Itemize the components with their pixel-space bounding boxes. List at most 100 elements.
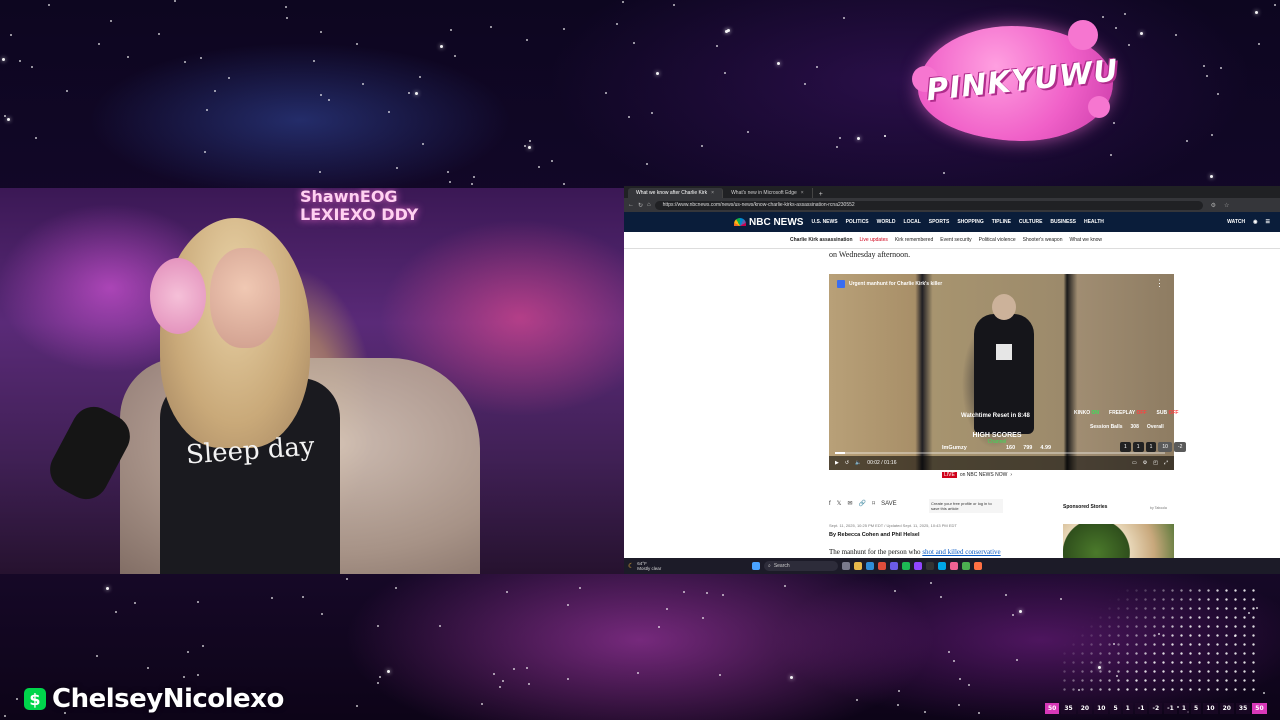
subnav-item[interactable]: Political violence	[979, 237, 1016, 243]
subnav-item[interactable]: Event security	[940, 237, 971, 243]
account-icon[interactable]: ◉	[1253, 219, 1257, 225]
nav-world[interactable]: WORLD	[877, 219, 896, 225]
nav-health[interactable]: HEALTH	[1084, 219, 1104, 225]
task-view-icon[interactable]	[842, 562, 850, 570]
browser-tab[interactable]: What we know after Charlie Kirk ×	[628, 188, 724, 198]
nav-local[interactable]: LOCAL	[904, 219, 921, 225]
key: 1	[1145, 442, 1157, 452]
subnav-live-updates[interactable]: Live updates	[860, 237, 888, 243]
pip-icon[interactable]: ◰	[1153, 460, 1158, 466]
live-badge: LIVE	[942, 472, 957, 478]
nbc-header: NBC NEWS U.S. NEWS POLITICS WORLD LOCAL …	[624, 212, 1280, 232]
high-scores: HIGH SCORES Channel ImGumzy 160 799 4.99	[942, 432, 1052, 451]
spotify-icon[interactable]	[902, 562, 910, 570]
facebook-icon[interactable]: f	[829, 501, 831, 507]
headset-icon	[150, 258, 206, 334]
rewind-icon[interactable]: ↺	[845, 460, 849, 466]
discord-icon[interactable]	[890, 562, 898, 570]
nav-sports[interactable]: SPORTS	[929, 219, 950, 225]
save-icon[interactable]: ⌑	[872, 500, 875, 507]
home-icon[interactable]: ⌂	[647, 202, 651, 208]
ticker-value: 20	[1219, 703, 1234, 714]
nav-us-news[interactable]: U.S. NEWS	[811, 219, 837, 225]
nav-tipline[interactable]: TIPLINE	[992, 219, 1011, 225]
twitch-icon[interactable]	[914, 562, 922, 570]
link-icon[interactable]: 🔗	[859, 500, 866, 507]
ticker-value: -1	[1164, 703, 1177, 714]
address-bar[interactable]: https://www.nbcnews.com/news/us-news/kno…	[654, 200, 1203, 210]
nav-shopping[interactable]: SHOPPING	[957, 219, 983, 225]
obs-icon[interactable]	[926, 562, 934, 570]
volume-icon[interactable]: 🔈	[855, 460, 861, 466]
ticker-value: 50	[1252, 703, 1267, 714]
session-balls: Session Balls 308 Overall	[1090, 424, 1164, 430]
app-icon[interactable]	[974, 562, 982, 570]
favorites-icon[interactable]: ☆	[1224, 202, 1229, 209]
windows-taskbar: ☾ 64°F Mostly clear ⌕ Search	[624, 558, 1280, 574]
chrome-icon[interactable]	[878, 562, 886, 570]
nbc-logo[interactable]: NBC NEWS	[734, 217, 803, 228]
nav-business[interactable]: BUSINESS	[1050, 219, 1076, 225]
article-kicker: on Wednesday afternoon.	[829, 250, 911, 259]
webcam-feed: ShawnEOG LEXIEXO DDY Sleep day	[0, 188, 624, 574]
edge-icon[interactable]	[866, 562, 874, 570]
ticker-value: 20	[1077, 703, 1093, 714]
nav-culture[interactable]: CULTURE	[1019, 219, 1043, 225]
address-bar-row: ← ↻ ⌂ https://www.nbcnews.com/news/us-ne…	[624, 198, 1280, 212]
watchtime-text: Watchtime Reset in 8:48	[961, 413, 1030, 419]
ticker-value: -2	[1149, 703, 1163, 714]
x-icon[interactable]: 𝕏	[837, 500, 842, 507]
captions-icon[interactable]: ▭	[1132, 460, 1137, 466]
app-icon[interactable]	[962, 562, 970, 570]
extensions-icon[interactable]: ⚙	[1211, 202, 1216, 209]
play-icon[interactable]: ▶	[835, 460, 839, 466]
app-icon[interactable]	[938, 562, 946, 570]
new-tab-button[interactable]: +	[813, 191, 829, 198]
subnav-item[interactable]: What we know	[1070, 237, 1103, 243]
overlay-keys: 1 1 1 10 -2	[1120, 442, 1187, 452]
score-row: ImGumzy 160 799 4.99	[942, 445, 1052, 451]
sponsored-heading: Sponsored Stories	[1063, 504, 1108, 510]
video-progress[interactable]	[835, 452, 1165, 454]
taskbar-search[interactable]: ⌕ Search	[764, 561, 838, 571]
app-icon[interactable]	[950, 562, 958, 570]
browser-tab[interactable]: What's new in Microsoft Edge ×	[723, 188, 813, 198]
close-tab-icon[interactable]: ×	[801, 190, 804, 196]
browser-tab-bar: What we know after Charlie Kirk × What's …	[624, 186, 1280, 198]
key: 1	[1120, 442, 1131, 452]
settings-icon[interactable]: ⚙	[1143, 460, 1147, 466]
fullscreen-icon[interactable]: ⤢	[1164, 460, 1168, 466]
subnav-item[interactable]: Shooter's weapon	[1023, 237, 1063, 243]
menu-icon[interactable]: ☰	[1266, 219, 1270, 225]
share-bar: f 𝕏 ✉ 🔗 ⌑ SAVE	[829, 500, 897, 508]
more-options-icon[interactable]: ⋮	[1155, 278, 1164, 289]
reload-icon[interactable]: ↻	[638, 202, 643, 209]
email-icon[interactable]: ✉	[848, 500, 853, 507]
windows-start-icon[interactable]	[752, 562, 760, 570]
video-channel-icon	[837, 280, 845, 288]
moon-icon: ☾	[628, 563, 635, 570]
key: -2	[1173, 442, 1187, 452]
back-icon[interactable]: ←	[628, 202, 634, 208]
ticker-value: 5	[1110, 703, 1121, 714]
byline: By Rebecca Cohen and Phil Helsel	[829, 532, 920, 538]
live-banner[interactable]: LIVE on NBC NEWS NOW ›	[942, 472, 1012, 478]
ticker-value: 10	[1203, 703, 1218, 714]
weather-widget[interactable]: ☾ 64°F Mostly clear	[628, 561, 748, 571]
subnav-topic[interactable]: Charlie Kirk assassination	[790, 237, 853, 243]
screen-share: What we know after Charlie Kirk × What's …	[624, 186, 1280, 574]
ticker-value: 5	[1191, 703, 1202, 714]
watch-link[interactable]: WATCH	[1227, 219, 1245, 225]
overlay-flags: KINKO ON FREEPLAY OFF SUB OFF	[1074, 410, 1178, 416]
article-body: The manhunt for the person who shot and …	[829, 548, 1001, 556]
ticker-value: 35	[1061, 703, 1076, 714]
close-tab-icon[interactable]: ×	[711, 190, 714, 196]
article-link[interactable]: shot and killed conservative	[922, 548, 1000, 556]
file-explorer-icon[interactable]	[854, 562, 862, 570]
topic-subnav: Charlie Kirk assassination Live updates …	[624, 232, 1280, 249]
nav-politics[interactable]: POLITICS	[846, 219, 869, 225]
key: 10	[1158, 442, 1172, 452]
save-button[interactable]: SAVE	[881, 501, 897, 507]
ticker-value: 50	[1045, 703, 1060, 714]
subnav-item[interactable]: Kirk remembered	[895, 237, 933, 243]
